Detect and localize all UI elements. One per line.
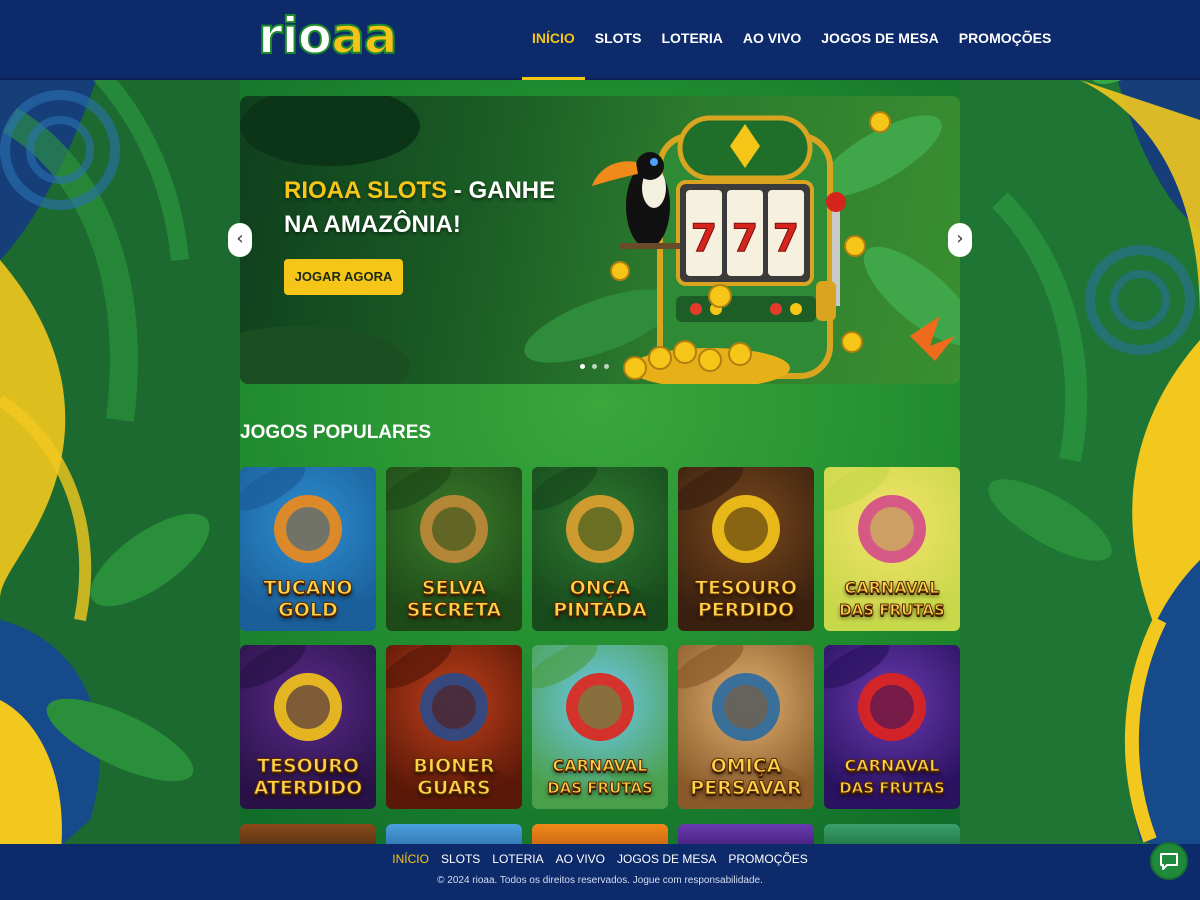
game-title-line2: SECRETA [406, 599, 502, 622]
logo-part-aa: aa [330, 6, 399, 66]
game-card[interactable]: TESOURO ATERDIDO [240, 645, 376, 809]
play-now-button[interactable]: JOGAR AGORA [284, 259, 403, 295]
game-title-line2: DAS FRUTAS [839, 601, 946, 620]
footer-nav: INÍCIO SLOTS LOTERIA AO VIVO JOGOS DE ME… [0, 852, 1200, 866]
reel-3-symbol: 7 [773, 216, 799, 260]
live-chat-button[interactable] [1150, 842, 1188, 880]
game-card[interactable]: SELVA SECRETA [386, 467, 522, 631]
footer-nav-inicio[interactable]: INÍCIO [386, 852, 435, 866]
left-jungle-decoration [0, 0, 240, 900]
game-title-line1: CARNAVAL [844, 756, 940, 776]
game-card-title: BIONER GUARS [386, 755, 522, 800]
carousel-prev-button[interactable]: ‹ [228, 223, 252, 257]
game-title-line1: TESOURO [695, 577, 798, 600]
site-logo[interactable]: rioaa [257, 4, 399, 68]
game-card-title: TESOURO PERDIDO [678, 577, 814, 622]
game-title-line1: TUCANO [263, 577, 353, 600]
game-title-line1: OMIÇA [710, 755, 782, 778]
game-title-line2: PERDIDO [697, 599, 795, 622]
game-card[interactable]: CARNAVAL DAS FRUTAS [824, 467, 960, 631]
popular-games-grid: TUCANO GOLD SELVA SECRETA ONÇA PINTADA TESO… [240, 467, 960, 809]
right-jungle-decoration [960, 0, 1200, 900]
game-title-line2: DAS FRUTAS [839, 779, 946, 798]
game-title-line1: CARNAVAL [844, 578, 940, 598]
game-title-line2: PERSAVAR [690, 777, 802, 800]
reel-1-symbol: 7 [691, 216, 717, 260]
game-card-title: SELVA SECRETA [386, 577, 522, 622]
copyright-text: © 2024 rioaa. Todos os direitos reservad… [437, 875, 763, 886]
game-card-title: CARNAVAL DAS FRUTAS [824, 755, 960, 799]
game-title-line2: PINTADA [553, 599, 648, 622]
footer-nav-ao-vivo[interactable]: AO VIVO [550, 852, 611, 866]
footer-nav-loteria[interactable]: LOTERIA [486, 852, 549, 866]
nav-loteria[interactable]: LOTERIA [651, 0, 732, 80]
chevron-right-icon: › [956, 228, 964, 249]
footer-nav-promocoes[interactable]: PROMOÇÕES [722, 852, 813, 866]
logo-part-rio: rio [257, 6, 333, 66]
footer-nav-slots[interactable]: SLOTS [435, 852, 486, 866]
game-title-line2: DAS FRUTAS [547, 779, 654, 798]
main-nav: INÍCIO SLOTS LOTERIA AO VIVO JOGOS DE ME… [522, 0, 1061, 80]
hero-banner[interactable]: 7 7 7 RIOAA SLOTS - GANHE NA AMAZÔNIA! J… [240, 96, 960, 384]
game-card[interactable]: TUCANO GOLD [240, 467, 376, 631]
carousel-dot[interactable] [604, 364, 609, 369]
game-title-line1: BIONER [413, 755, 495, 778]
nav-inicio[interactable]: INÍCIO [522, 0, 585, 80]
game-card[interactable]: CARNAVAL DAS FRUTAS [532, 645, 668, 809]
game-card[interactable]: TESOURO PERDIDO [678, 467, 814, 631]
game-card[interactable]: CARNAVAL DAS FRUTAS [824, 645, 960, 809]
carousel-next-button[interactable]: › [948, 223, 972, 257]
nav-ao-vivo[interactable]: AO VIVO [733, 0, 811, 80]
game-title-line2: ATERDIDO [253, 777, 363, 800]
chat-bubble-icon [1160, 853, 1178, 870]
nav-promocoes[interactable]: PROMOÇÕES [949, 0, 1062, 80]
game-title-line2: GUARS [417, 777, 491, 800]
game-title-line1: ONÇA [569, 577, 631, 600]
carousel-dot[interactable] [580, 364, 585, 369]
chevron-left-icon: ‹ [236, 228, 244, 249]
carousel-dots [580, 364, 609, 369]
game-title-line2: GOLD [278, 599, 339, 622]
game-title-line1: SELVA [421, 577, 487, 600]
game-card-title: CARNAVAL DAS FRUTAS [532, 755, 668, 799]
game-card-title: ONÇA PINTADA [532, 577, 668, 622]
footer-nav-jogos-de-mesa[interactable]: JOGOS DE MESA [611, 852, 722, 866]
nav-jogos-de-mesa[interactable]: JOGOS DE MESA [811, 0, 948, 80]
game-card-title: TUCANO GOLD [240, 577, 376, 622]
game-card[interactable]: BIONER GUARS [386, 645, 522, 809]
carousel-dot[interactable] [592, 364, 597, 369]
game-card-title: TESOURO ATERDIDO [240, 755, 376, 800]
hero-title: RIOAA SLOTS - GANHE NA AMAZÔNIA! [284, 174, 584, 242]
game-card[interactable]: OMIÇA PERSAVAR [678, 645, 814, 809]
site-footer: INÍCIO SLOTS LOTERIA AO VIVO JOGOS DE ME… [0, 844, 1200, 900]
hero-title-brand: RIOAA SLOTS [284, 177, 448, 204]
game-card-title: CARNAVAL DAS FRUTAS [824, 577, 960, 621]
reel-2-symbol: 7 [732, 216, 758, 260]
game-title-line1: TESOURO [257, 755, 360, 778]
popular-games-title: JOGOS POPULARES [240, 422, 432, 443]
game-card-title: OMIÇA PERSAVAR [678, 755, 814, 800]
game-card[interactable]: ONÇA PINTADA [532, 467, 668, 631]
top-header: rioaa INÍCIO SLOTS LOTERIA AO VIVO JOGOS… [0, 0, 1200, 80]
nav-slots[interactable]: SLOTS [585, 0, 652, 80]
game-title-line1: CARNAVAL [552, 756, 648, 776]
